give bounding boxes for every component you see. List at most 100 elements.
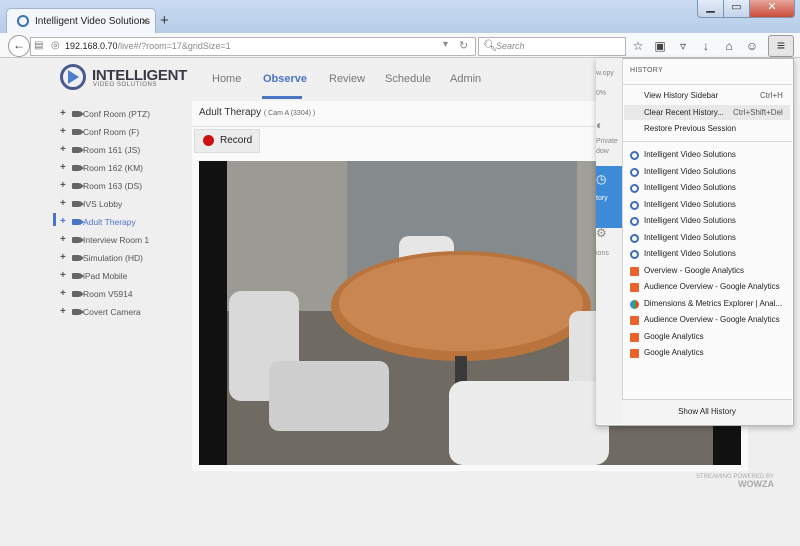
search-placeholder: Search bbox=[496, 41, 525, 51]
history-entry[interactable]: Google Analytics bbox=[630, 331, 790, 346]
ivs-icon bbox=[630, 168, 639, 177]
camera-label: Conf Room (F) bbox=[83, 127, 140, 137]
history-entry[interactable]: Intelligent Video Solutions bbox=[630, 248, 790, 263]
url-path: /live#/?room=17&gridSize=1 bbox=[117, 41, 231, 51]
camera-title: Adult Therapy ( Cam A (3304) ) bbox=[199, 107, 315, 118]
camera-subtitle: ( Cam A (3304) ) bbox=[263, 110, 316, 117]
history-entry[interactable]: Intelligent Video Solutions bbox=[630, 199, 790, 214]
history-entry[interactable]: Overview - Google Analytics bbox=[630, 265, 790, 280]
new-tab-button[interactable]: + bbox=[160, 12, 169, 29]
history-entry[interactable]: Intelligent Video Solutions bbox=[630, 166, 790, 181]
menu-item-label: View History Sidebar bbox=[644, 91, 719, 100]
bookmarks-menu-icon[interactable]: ▣ bbox=[651, 37, 669, 55]
pocket-icon[interactable]: ▿ bbox=[674, 37, 692, 55]
browser-tab[interactable]: Intelligent Video Solutions × bbox=[6, 8, 156, 35]
ivs-icon bbox=[630, 234, 639, 243]
maximize-button[interactable]: ▭ bbox=[723, 0, 750, 18]
record-dot-icon bbox=[203, 135, 214, 146]
menu-strip bbox=[596, 58, 623, 424]
private-window-icon[interactable]: ◐ bbox=[596, 118, 603, 132]
camera-icon bbox=[72, 219, 84, 225]
options-gear-icon[interactable]: ⚙ bbox=[596, 226, 607, 240]
history-entry[interactable]: Intelligent Video Solutions bbox=[630, 232, 790, 247]
history-entry[interactable]: Dimensions & Metrics Explorer | Anal... bbox=[630, 298, 790, 313]
search-input[interactable]: 🔍︎ Search bbox=[478, 37, 626, 56]
history-entry[interactable]: Audience Overview - Google Analytics bbox=[630, 314, 790, 329]
downloads-icon[interactable]: ↓ bbox=[697, 37, 715, 55]
menu-item-label: Restore Previous Session bbox=[644, 124, 737, 133]
camera-label: iPad Mobile bbox=[83, 271, 128, 281]
expand-icon[interactable]: + bbox=[60, 180, 66, 191]
url-dropdown-icon[interactable]: ▾ bbox=[443, 39, 448, 50]
google-analytics-icon bbox=[630, 333, 639, 342]
expand-icon[interactable]: + bbox=[60, 288, 66, 299]
camera-icon bbox=[72, 309, 84, 315]
clear-recent-history-item[interactable]: Clear Recent History... bbox=[644, 108, 724, 117]
chat-icon[interactable]: ☺ bbox=[743, 37, 761, 55]
record-button[interactable]: Record bbox=[194, 129, 260, 153]
nav-schedule[interactable]: Schedule bbox=[385, 73, 431, 85]
home-icon[interactable]: ⌂ bbox=[720, 37, 738, 55]
expand-icon[interactable]: + bbox=[60, 162, 66, 173]
ivs-icon bbox=[630, 201, 639, 210]
history-entry-label: Audience Overview - Google Analytics bbox=[644, 282, 780, 291]
camera-icon bbox=[72, 255, 84, 261]
expand-icon[interactable]: + bbox=[60, 108, 66, 119]
strip-options-label[interactable]: ions bbox=[596, 250, 609, 257]
bookmark-star-icon[interactable]: ☆ bbox=[629, 37, 647, 55]
history-entry[interactable]: Google Analytics bbox=[630, 347, 790, 362]
history-entry[interactable]: Intelligent Video Solutions bbox=[630, 149, 790, 164]
ivs-icon bbox=[630, 151, 639, 160]
nav-admin[interactable]: Admin bbox=[450, 73, 481, 85]
strip-copy-label[interactable]: w.opy bbox=[596, 70, 614, 77]
close-window-button[interactable]: ✕ bbox=[749, 0, 795, 18]
tab-title: Intelligent Video Solutions bbox=[35, 16, 150, 27]
strip-window-label[interactable]: dow bbox=[596, 148, 609, 155]
active-camera-indicator bbox=[53, 213, 56, 226]
expand-icon[interactable]: + bbox=[60, 216, 66, 227]
camera-label: Conf Room (PTZ) bbox=[83, 109, 151, 119]
divider bbox=[622, 141, 792, 142]
expand-icon[interactable]: + bbox=[60, 198, 66, 209]
expand-icon[interactable]: + bbox=[60, 306, 66, 317]
reload-icon[interactable]: ↻ bbox=[459, 39, 468, 52]
shortcut-label: Ctrl+Shift+Del bbox=[733, 108, 783, 117]
expand-icon[interactable]: + bbox=[60, 270, 66, 281]
strip-history-label[interactable]: tory bbox=[596, 195, 608, 202]
url-bar[interactable]: ▤ ◎ 192.168.0.70/live#/?room=17&gridSize… bbox=[30, 37, 476, 56]
tab-close-icon[interactable]: × bbox=[141, 14, 148, 28]
camera-label: Room 161 (JS) bbox=[83, 145, 141, 155]
google-analytics-icon bbox=[630, 316, 639, 325]
expand-icon[interactable]: + bbox=[60, 252, 66, 263]
expand-icon[interactable]: + bbox=[60, 126, 66, 137]
camera-label: IVS Lobby bbox=[83, 199, 123, 209]
strip-private-label[interactable]: Private bbox=[596, 138, 618, 145]
menu-item-label: Clear Recent History... bbox=[644, 108, 724, 117]
camera-icon bbox=[72, 165, 84, 171]
ivs-icon bbox=[630, 217, 639, 226]
camera-icon bbox=[72, 273, 84, 279]
restore-previous-session-item[interactable]: Restore Previous Session bbox=[644, 124, 736, 133]
back-button[interactable]: ← bbox=[8, 35, 30, 57]
expand-icon[interactable]: + bbox=[60, 234, 66, 245]
google-analytics-icon bbox=[630, 267, 639, 276]
history-entry[interactable]: Audience Overview - Google Analytics bbox=[630, 281, 790, 296]
nav-home[interactable]: Home bbox=[212, 73, 241, 85]
wowza-watermark: STREAMING POWERED BY WOWZA bbox=[696, 474, 774, 490]
history-entry-label: Overview - Google Analytics bbox=[644, 266, 745, 275]
history-entry-label: Google Analytics bbox=[644, 348, 704, 357]
minimize-button[interactable]: ▁ bbox=[697, 0, 724, 18]
nav-review[interactable]: Review bbox=[329, 73, 365, 85]
history-entry[interactable]: Intelligent Video Solutions bbox=[630, 215, 790, 230]
strip-zoom-label: 0% bbox=[596, 90, 607, 97]
history-clock-icon[interactable]: ◷ bbox=[596, 172, 606, 186]
ivs-icon bbox=[630, 250, 639, 259]
view-history-sidebar-item[interactable]: View History Sidebar bbox=[644, 91, 718, 100]
history-entry[interactable]: Intelligent Video Solutions bbox=[630, 182, 790, 197]
show-all-history-button[interactable]: Show All History bbox=[622, 399, 792, 425]
search-icon: 🔍︎ bbox=[483, 40, 497, 52]
camera-icon bbox=[72, 237, 84, 243]
expand-icon[interactable]: + bbox=[60, 144, 66, 155]
hamburger-menu-icon[interactable]: ≡ bbox=[768, 35, 794, 57]
nav-observe[interactable]: Observe bbox=[263, 73, 307, 85]
